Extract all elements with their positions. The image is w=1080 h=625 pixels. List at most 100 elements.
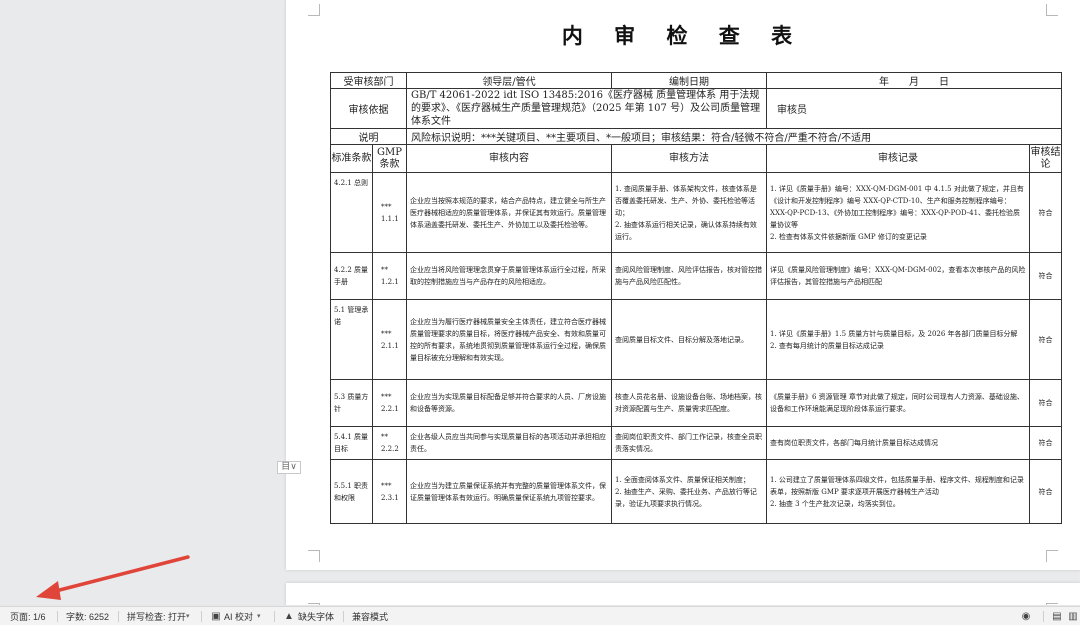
word-count[interactable]: 字数: 6252 <box>66 610 109 624</box>
clause-cell[interactable]: 5.5.1 职责和权限 <box>334 482 368 502</box>
dept-label-cell: 受审核部门 <box>330 72 407 89</box>
gmp-cell[interactable]: 2.2.2 <box>381 445 399 453</box>
document-page[interactable]: 内 审 检 查 表 受审核部门 领导层/管代 编制日期 年 月 日 审核依据 G… <box>286 0 1080 570</box>
record-cell[interactable]: 详见《质量风险管理制度》编号：XXX-QM-DGM-002，查看本次审核产品的风… <box>770 266 1025 286</box>
table-row[interactable]: 4.2.2 质量手册 ** 1.2.1 企业应当将风险管理理念贯穿于质量管理体系运… <box>330 252 1062 300</box>
conclusion-cell[interactable]: 符合 <box>1039 488 1053 496</box>
page-corner-mark <box>308 4 320 16</box>
basis-text[interactable]: GB/T 42061-2022 idt ISO 13485:2016《医疗器械 … <box>411 90 760 127</box>
col-clause: 标准条款 <box>330 144 373 173</box>
method-cell[interactable]: 查阅岗位职责文件、部门工作记录，核查全员职责落实情况。 <box>615 433 762 453</box>
col-content-label: 审核内容 <box>489 152 529 164</box>
ai-proofread-button[interactable]: AI 校对 <box>224 610 253 624</box>
gmp-cell[interactable]: 2.2.1 <box>381 405 399 413</box>
page-view-icon[interactable]: ▤ <box>1050 610 1064 623</box>
method-cell[interactable]: 查阅风险管理制度、风险评估报告，核对管控措施与产品风险匹配性。 <box>615 266 762 286</box>
method-cell[interactable]: 1. 全面查阅体系文件、质量保证相关制度； 2. 抽查生产、采购、委托业务、产品… <box>615 476 757 508</box>
col-gmp: GMP条款 <box>372 144 407 173</box>
table-row[interactable]: 5.5.1 职责和权限 *** 2.3.1 企业应当为建立质量保证系统并有完整的质… <box>330 459 1062 524</box>
content-cell[interactable]: 企业各级人员应当共同参与实现质量目标的各项活动并承担相应责任。 <box>410 433 606 453</box>
date-value[interactable]: 年 月 日 <box>879 77 949 88</box>
table-row[interactable]: 4.2.1 总则 *** 1.1.1 企业应当按照本规范的要求，结合产品特点，建立… <box>330 172 1062 253</box>
page-corner-mark <box>1046 603 1058 605</box>
record-cell[interactable]: 1. 公司建立了质量管理体系四级文件，包括质量手册、程序文件、规程制度和记录表单… <box>770 476 1024 508</box>
col-conclusion: 审核结论 <box>1029 144 1062 173</box>
date-value-cell: 年 月 日 <box>766 72 1062 89</box>
status-separator <box>274 611 275 622</box>
risk-stars: ** <box>381 266 388 274</box>
layout-view-icon[interactable]: ▥ <box>1066 610 1080 623</box>
risk-stars: *** <box>381 202 392 211</box>
eye-icon[interactable]: ◉ <box>1019 610 1033 623</box>
col-gmp-label: GMP条款 <box>377 146 402 170</box>
gmp-cell[interactable]: 1.2.1 <box>381 278 399 286</box>
leader-label: 领导层/管代 <box>482 77 536 88</box>
record-cell[interactable]: 1. 详见《质量手册》1.5 质量方针与质量目标，及 2026 年各部门质量目标… <box>770 330 1018 350</box>
content-cell[interactable]: 企业应当按照本规范的要求，结合产品特点，建立健全与所生产医疗器械相适应的质量管理… <box>410 197 606 229</box>
warning-icon[interactable]: ▲ <box>282 610 296 623</box>
status-bar: 页面: 1/6 字数: 6252 拼写检查: 打开 ▾ ▣ AI 校对 ▾ ▲ … <box>0 606 1080 625</box>
conclusion-cell[interactable]: 符合 <box>1039 336 1053 344</box>
status-separator <box>57 611 58 622</box>
conclusion-cell[interactable]: 符合 <box>1039 439 1053 447</box>
content-cell[interactable]: 企业应当将风险管理理念贯穿于质量管理体系运行全过程，所采取的控制措施应当与产品存… <box>410 266 606 286</box>
document-title: 内 审 检 查 表 <box>561 23 805 48</box>
note-label-cell: 说明 <box>330 128 407 145</box>
record-cell[interactable]: 1. 详见《质量手册》编号：XXX-QM-DGM-001 中 4.1.5 对此做… <box>770 185 1024 241</box>
page-corner-mark <box>1046 4 1058 16</box>
basis-label-cell: 审核依据 <box>330 88 407 129</box>
document-page-2[interactable] <box>286 583 1080 605</box>
record-cell[interactable]: 查有岗位职责文件，各部门每月统计质量目标达成情况 <box>770 439 938 447</box>
chevron-down-icon[interactable]: ▾ <box>257 610 261 624</box>
gmp-cell[interactable]: 2.1.1 <box>381 342 399 350</box>
method-cell[interactable]: 核查人员花名册、设施设备台账、场地档案，核对资源配置与生产、质量需求匹配度。 <box>615 393 762 413</box>
content-cell[interactable]: 企业应当为实现质量目标配备足够并符合要求的人员、厂房设施和设备等资源。 <box>410 393 606 413</box>
clause-cell[interactable]: 5.1 管理承诺 <box>334 306 368 326</box>
method-cell[interactable]: 查阅质量目标文件、目标分解及落地记录。 <box>615 336 748 344</box>
content-cell[interactable]: 企业应当为建立质量保证系统并有完整的质量管理体系文件，保证质量管理体系有效运行。… <box>410 482 606 502</box>
compat-mode-label[interactable]: 兼容模式 <box>352 610 388 624</box>
chevron-down-icon[interactable]: ▾ <box>186 610 190 624</box>
record-cell[interactable]: 《质量手册》6 资源管理 章节对此做了规定，同时公司现有人力资源、基础设施、设备… <box>770 393 1024 413</box>
table-row[interactable]: 5.1 管理承诺 *** 2.1.1 企业应当为履行医疗器械质量安全主体责任，建立… <box>330 299 1062 380</box>
status-separator <box>343 611 344 622</box>
clause-cell[interactable]: 4.2.2 质量手册 <box>334 266 368 286</box>
document-workspace[interactable]: 内 审 检 查 表 受审核部门 领导层/管代 编制日期 年 月 日 审核依据 G… <box>0 0 1080 605</box>
col-conclusion-label: 审核结论 <box>1030 146 1061 170</box>
risk-stars: *** <box>381 393 392 401</box>
gmp-cell[interactable]: 2.3.1 <box>381 494 399 502</box>
basis-text-cell: GB/T 42061-2022 idt ISO 13485:2016《医疗器械 … <box>406 88 767 129</box>
conclusion-cell[interactable]: 符合 <box>1039 272 1053 280</box>
auditor-label: 审核员 <box>777 105 807 116</box>
method-cell[interactable]: 1. 查阅质量手册、体系架构文件，核查体系是否覆盖委托研发、生产、外协、委托检验… <box>615 185 757 241</box>
spell-check-toggle[interactable]: 拼写检查: 打开 <box>127 610 186 624</box>
clause-cell[interactable]: 5.3 质量方针 <box>334 393 368 413</box>
status-separator <box>1043 611 1044 622</box>
ai-proofread-icon[interactable]: ▣ <box>209 610 223 623</box>
page-indicator[interactable]: 页面: 1/6 <box>10 610 46 624</box>
table-row[interactable]: 5.3 质量方针 *** 2.2.1 企业应当为实现质量目标配备足够并符合要求的人… <box>330 379 1062 427</box>
note-text[interactable]: 风险标识说明：***关键项目、**主要项目、*一般项目；审核结果：符合/轻微不符… <box>411 133 871 144</box>
risk-stars: *** <box>381 481 392 490</box>
gmp-cell[interactable]: 1.1.1 <box>381 215 399 223</box>
note-text-cell: 风险标识说明：***关键项目、**主要项目、*一般项目；审核结果：符合/轻微不符… <box>406 128 1062 145</box>
table-options-icon[interactable]: 目∨ <box>277 461 301 474</box>
col-method: 审核方法 <box>611 144 767 173</box>
missing-font-button[interactable]: 缺失字体 <box>298 610 334 624</box>
clause-cell[interactable]: 4.2.1 总则 <box>334 179 368 187</box>
audit-checklist-table[interactable]: 受审核部门 领导层/管代 编制日期 年 月 日 审核依据 GB/T 42061-… <box>330 72 1062 524</box>
page-corner-mark <box>308 603 320 605</box>
conclusion-cell[interactable]: 符合 <box>1039 399 1053 407</box>
basis-label: 审核依据 <box>348 105 389 116</box>
page-corner-mark <box>1046 550 1058 562</box>
leader-label-cell: 领导层/管代 <box>406 72 612 89</box>
status-separator <box>118 611 119 622</box>
page-corner-mark <box>308 550 320 562</box>
content-cell[interactable]: 企业应当为履行医疗器械质量安全主体责任，建立符合医疗器械质量管理要求的质量目标，… <box>410 318 606 362</box>
clause-cell[interactable]: 5.4.1 质量目标 <box>334 433 368 453</box>
col-record: 审核记录 <box>766 144 1030 173</box>
conclusion-cell[interactable]: 符合 <box>1039 209 1053 217</box>
note-label: 说明 <box>358 133 379 144</box>
table-row[interactable]: 5.4.1 质量目标 ** 2.2.2 企业各级人员应当共同参与实现质量目标的各项… <box>330 426 1062 460</box>
risk-stars: ** <box>381 433 388 441</box>
